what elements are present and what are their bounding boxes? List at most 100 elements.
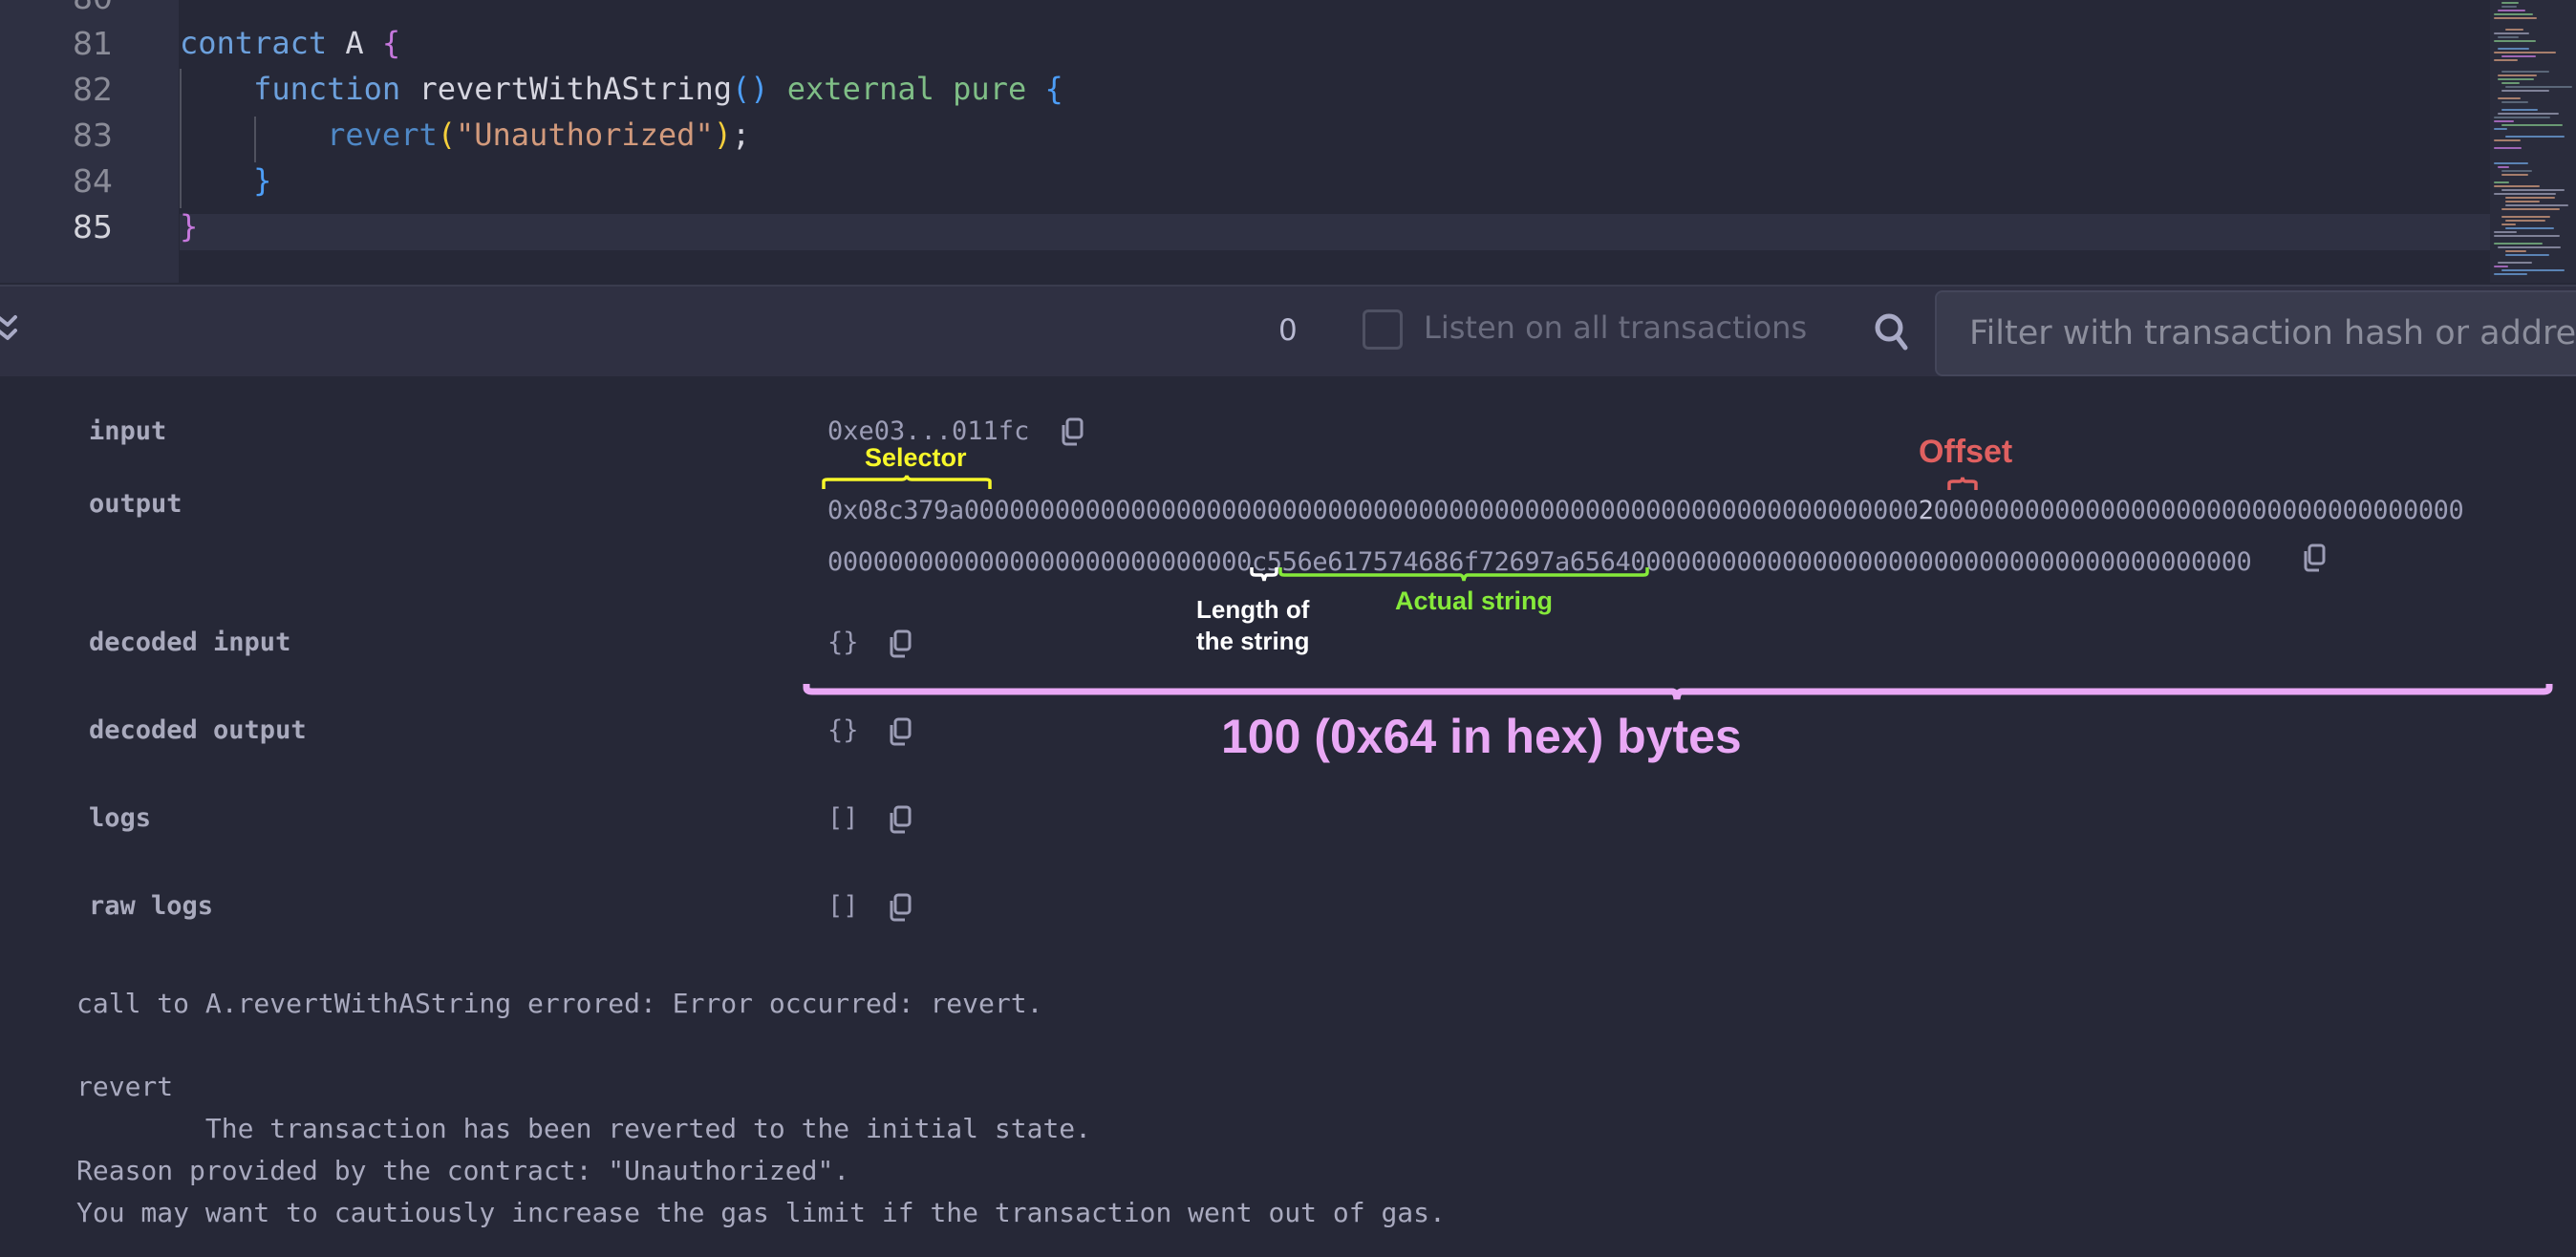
output-value: 0x08c379a0000000000000000000000000000000… [827, 485, 2528, 588]
minimap-line [2494, 193, 2556, 195]
code-token: revertWithAString [400, 71, 732, 107]
raw-logs-label: raw logs [89, 891, 214, 921]
minimap-line [2501, 55, 2536, 57]
selector-annotation: Selector [865, 443, 967, 472]
decoded-output-label: decoded output [89, 715, 307, 745]
minimap-line [2505, 86, 2572, 88]
logs-value: [] [827, 803, 859, 833]
minimap-line [2498, 48, 2529, 50]
minimap-line [2501, 174, 2528, 176]
console-revert-line: revert [76, 1071, 174, 1102]
output-label: output [89, 489, 182, 519]
pending-transactions-count: 0 [1278, 313, 1298, 348]
minimap-line [2498, 246, 2561, 248]
copy-raw-logs-icon[interactable] [887, 892, 913, 923]
line-number-gutter: 80 81 82 83 84 85 [0, 0, 179, 283]
minimap-line [2501, 2, 2519, 4]
raw-logs-value: [] [827, 891, 859, 921]
code-line[interactable]: revert("Unauthorized"); [180, 117, 750, 153]
minimap-line [2505, 250, 2526, 252]
minimap-line [2494, 117, 2550, 118]
output-value-line: 0000000000000000000000000000c556e6175746… [827, 547, 2252, 577]
minimap-line [2494, 40, 2536, 42]
minimap-line [2498, 113, 2559, 115]
code-line[interactable]: } [180, 162, 271, 199]
decoded-input-value: {} [827, 628, 859, 657]
transaction-filter-input[interactable] [1935, 290, 2576, 376]
minimap-line [2501, 6, 2517, 8]
decoded-output-value: {} [827, 715, 859, 745]
actual-string-annotation: Actual string [1395, 586, 1554, 615]
minimap-line [2498, 36, 2519, 38]
terminal-toolbar: 0 Listen on all transactions [0, 285, 2576, 376]
code-token: A [327, 25, 382, 61]
code-editor[interactable]: 80 81 82 83 84 85 contract A { function … [0, 0, 2576, 283]
copy-decoded-input-icon[interactable] [887, 628, 913, 659]
minimap-line [2501, 90, 2549, 92]
code-token: function [253, 71, 401, 107]
line-number: 82 [73, 71, 113, 108]
console-error-line: call to A.revertWithAString errored: Err… [76, 988, 1043, 1019]
search-icon[interactable] [1873, 311, 1911, 353]
minimap-line [2498, 10, 2525, 11]
total-bytes-annotation: 100 (0x64 in hex) bytes [1221, 710, 1742, 763]
copy-decoded-output-icon[interactable] [887, 716, 913, 747]
minimap-line [2494, 231, 2517, 233]
minimap-line [2494, 185, 2540, 187]
line-number: 83 [73, 117, 113, 154]
input-label: input [89, 416, 167, 446]
minimap-line [2505, 227, 2554, 229]
minimap-line [2501, 71, 2549, 73]
minimap-line [2505, 254, 2549, 256]
console-revert-detail-line: The transaction has been reverted to the… [76, 1113, 1092, 1144]
listen-all-transactions-checkbox[interactable] [1363, 309, 1403, 350]
code-token: { [1044, 71, 1063, 107]
double-chevron-down-icon[interactable] [0, 311, 21, 350]
copy-input-icon[interactable] [1059, 416, 1085, 447]
minimap-line [2501, 216, 2550, 218]
minimap-line [2494, 273, 2527, 275]
minimap-line [2501, 269, 2565, 271]
minimap-line [2505, 136, 2565, 138]
minimap-line [2494, 13, 2533, 15]
line-number: 81 [73, 25, 113, 62]
length-brace [1250, 567, 1278, 582]
minimap-line [2494, 162, 2528, 164]
minimap-line [2494, 243, 2543, 245]
copy-output-icon[interactable] [2301, 543, 2328, 573]
actual-string-brace [1278, 567, 1649, 582]
minimap-line [2494, 128, 2507, 130]
input-value: 0xe03...011fc [827, 416, 1030, 446]
copy-logs-icon[interactable] [887, 804, 913, 835]
code-line[interactable]: contract A { [180, 25, 400, 61]
minimap-line [2498, 166, 2509, 168]
listen-all-transactions-label[interactable]: Listen on all transactions [1424, 309, 1807, 346]
console-gas-hint-line: You may want to cautiously increase the … [76, 1197, 1446, 1228]
minimap-line [2494, 266, 2508, 267]
decoded-input-label: decoded input [89, 628, 291, 657]
minimap-line [2498, 262, 2532, 264]
minimap-line [2501, 224, 2516, 225]
total-bytes-brace [803, 684, 2553, 700]
code-token: revert [327, 117, 438, 153]
minimap-line [2501, 124, 2563, 126]
minimap-line [2494, 120, 2514, 122]
minimap-line [2498, 75, 2537, 76]
code-line[interactable]: function revertWithAString() external pu… [180, 71, 1063, 107]
code-line[interactable]: } [180, 208, 198, 245]
code-token: { [381, 25, 401, 61]
minimap-line [2494, 235, 2560, 237]
line-number-active: 85 [73, 208, 113, 245]
minimap-line [2505, 220, 2545, 222]
code-token: } [180, 208, 199, 245]
minimap-line [2494, 139, 2521, 141]
selector-brace [822, 475, 992, 489]
line-number: 80 [0, 0, 113, 16]
minimap-line [2494, 181, 2509, 183]
offset-brace [1947, 477, 1978, 490]
code-token: ; [731, 117, 751, 153]
minimap-line [2505, 197, 2555, 199]
minimap[interactable] [2490, 0, 2576, 283]
